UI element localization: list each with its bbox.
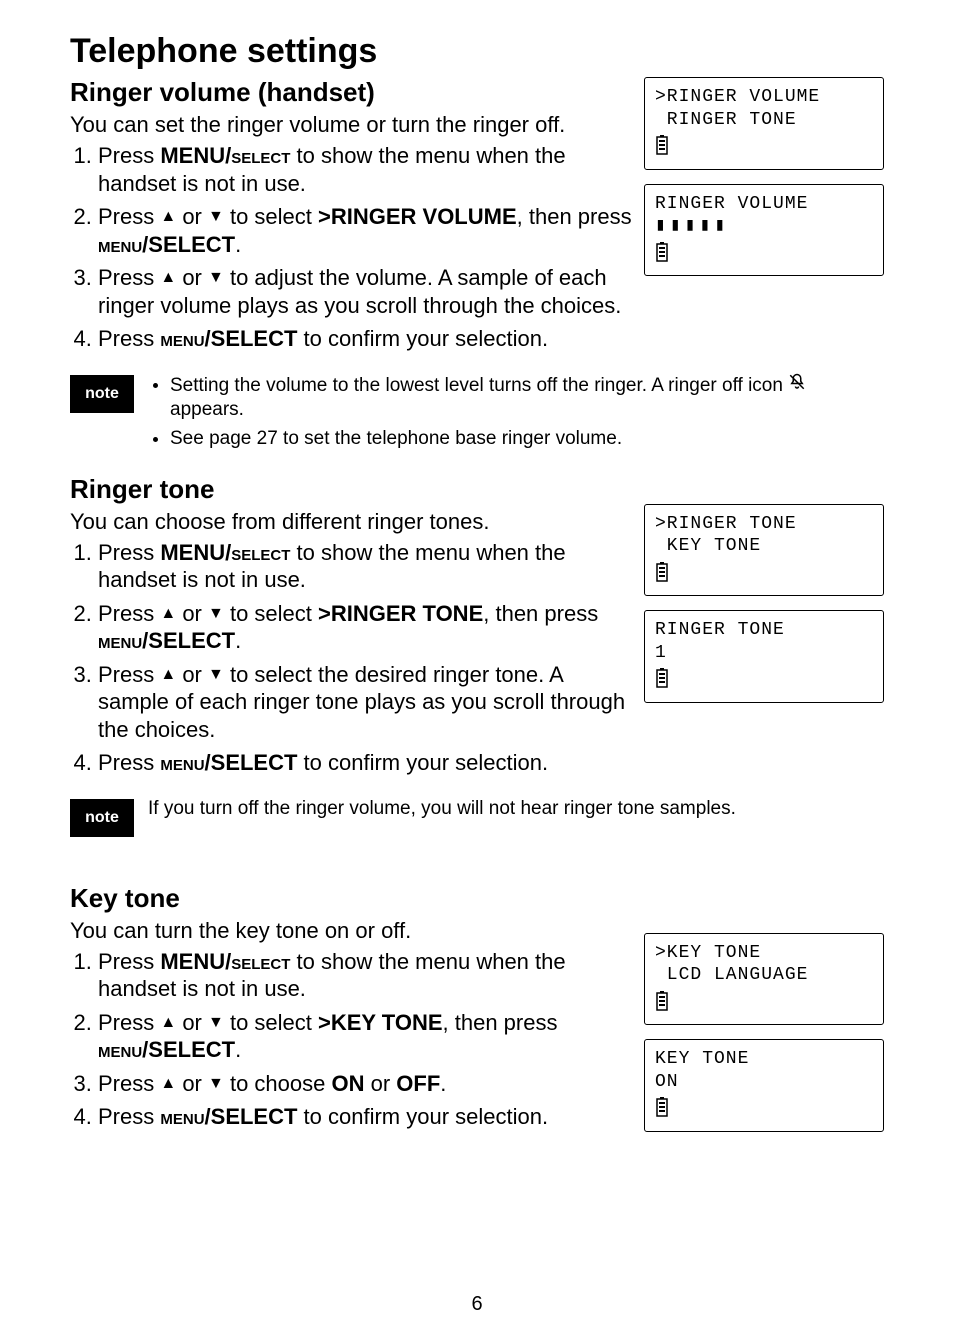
note-content: Setting the volume to the lowest level t… (148, 373, 884, 456)
up-arrow-icon: ▲ (160, 665, 176, 685)
down-arrow-icon: ▼ (208, 1013, 224, 1033)
note-item: See page 27 to set the telephone base ri… (170, 427, 884, 452)
lcd-screen: KEY TONE ON (644, 1039, 884, 1132)
note-badge: note (70, 799, 134, 837)
down-arrow-icon: ▼ (208, 1074, 224, 1094)
battery-icon (655, 991, 669, 1011)
section-intro: You can set the ringer volume or turn th… (70, 112, 632, 138)
battery-icon (655, 135, 669, 155)
battery-icon (655, 668, 669, 688)
lcd-line: ON (655, 1071, 873, 1094)
step: Press ▲ or ▼ to select >RINGER TONE, the… (98, 600, 632, 655)
lcd-line: >RINGER VOLUME (655, 86, 873, 109)
step: Press MENU/SELECT to show the menu when … (98, 539, 632, 594)
step: Press ▲ or ▼ to select >KEY TONE, then p… (98, 1009, 632, 1064)
step-list: Press MENU/SELECT to show the menu when … (70, 948, 632, 1131)
up-arrow-icon: ▲ (160, 207, 176, 227)
up-arrow-icon: ▲ (160, 604, 176, 624)
step: Press ▲ or ▼ to select >RINGER VOLUME, t… (98, 203, 632, 258)
lcd-line: 1 (655, 642, 873, 665)
lcd-screen: >KEY TONE LCD LANGUAGE (644, 933, 884, 1026)
battery-icon (655, 242, 669, 262)
bell-off-icon (788, 373, 806, 399)
down-arrow-icon: ▼ (208, 665, 224, 685)
page-number: 6 (0, 1293, 954, 1316)
step: Press MENU/SELECT to confirm your select… (98, 749, 632, 777)
lcd-screen: >RINGER VOLUME RINGER TONE (644, 77, 884, 170)
up-arrow-icon: ▲ (160, 268, 176, 288)
step-list: Press MENU/SELECT to show the menu when … (70, 539, 632, 777)
lcd-line: >KEY TONE (655, 942, 873, 965)
down-arrow-icon: ▼ (208, 604, 224, 624)
down-arrow-icon: ▼ (208, 268, 224, 288)
note-badge: note (70, 375, 134, 413)
step-list: Press MENU/SELECT to show the menu when … (70, 142, 632, 353)
up-arrow-icon: ▲ (160, 1013, 176, 1033)
step: Press ▲ or ▼ to adjust the volume. A sam… (98, 264, 632, 319)
section-heading: Key tone (70, 883, 632, 914)
lcd-line: KEY TONE (655, 535, 873, 558)
battery-icon (655, 562, 669, 582)
step: Press ▲ or ▼ to select the desired ringe… (98, 661, 632, 744)
step: Press MENU/SELECT to show the menu when … (98, 142, 632, 197)
step: Press MENU/SELECT to show the menu when … (98, 948, 632, 1003)
section-heading: Ringer volume (handset) (70, 77, 632, 108)
lcd-screen: RINGER VOLUME ▮▮▮▮▮ (644, 184, 884, 277)
down-arrow-icon: ▼ (208, 207, 224, 227)
lcd-screen: RINGER TONE 1 (644, 610, 884, 703)
section-heading: Ringer tone (70, 474, 632, 505)
page-title: Telephone settings (70, 32, 884, 71)
lcd-line: KEY TONE (655, 1048, 873, 1071)
lcd-line: RINGER TONE (655, 109, 873, 132)
lcd-line: LCD LANGUAGE (655, 964, 873, 987)
lcd-screen: >RINGER TONE KEY TONE (644, 504, 884, 597)
lcd-line: RINGER VOLUME (655, 193, 873, 216)
battery-icon (655, 1097, 669, 1117)
up-arrow-icon: ▲ (160, 1074, 176, 1094)
step: Press MENU/SELECT to confirm your select… (98, 1103, 632, 1131)
note-text: If you turn off the ringer volume, you w… (148, 797, 736, 822)
note-item: Setting the volume to the lowest level t… (170, 373, 884, 423)
step: Press MENU/SELECT to confirm your select… (98, 325, 632, 353)
section-intro: You can choose from different ringer ton… (70, 509, 632, 535)
section-intro: You can turn the key tone on or off. (70, 918, 632, 944)
lcd-line: >RINGER TONE (655, 513, 873, 536)
lcd-line: RINGER TONE (655, 619, 873, 642)
lcd-volume-bars: ▮▮▮▮▮ (655, 215, 873, 238)
note-content: If you turn off the ringer volume, you w… (148, 797, 736, 822)
step: Press ▲ or ▼ to choose ON or OFF. (98, 1070, 632, 1098)
